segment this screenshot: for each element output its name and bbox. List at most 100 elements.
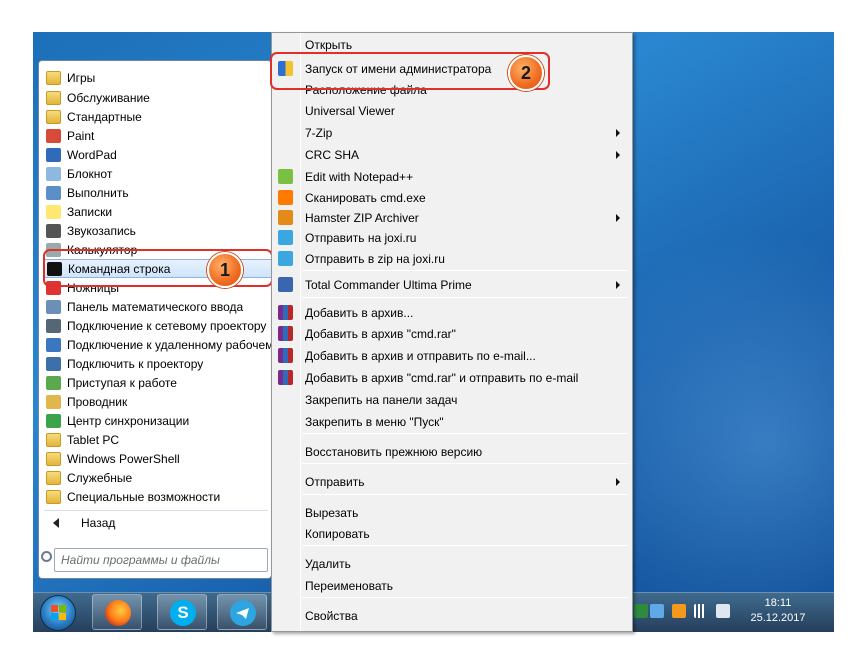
tray-network-icon[interactable] <box>634 604 648 618</box>
context-menu-item-label: 7-Zip <box>305 125 333 140</box>
context-menu-item[interactable]: Добавить в архив... <box>274 302 630 323</box>
tray-signal-icon[interactable] <box>694 604 708 618</box>
taskbar-skype-button[interactable]: S <box>157 594 207 630</box>
tray-volume-icon[interactable] <box>716 604 730 618</box>
context-menu-item-label: Total Commander Ultima Prime <box>305 277 472 292</box>
program-item[interactable]: Записки <box>43 202 273 221</box>
context-menu-item[interactable]: Закрепить на панели задач <box>274 389 630 410</box>
program-item[interactable]: Центр синхронизации <box>43 411 273 430</box>
hamster-icon <box>278 210 293 225</box>
program-item[interactable]: Панель математического ввода <box>43 297 273 316</box>
program-item-label: WordPad <box>67 147 117 162</box>
notepadpp-icon <box>278 169 293 184</box>
context-menu-item-label: Переименовать <box>305 578 393 593</box>
folder-icon <box>46 489 61 504</box>
taskbar-telegram-button[interactable] <box>217 594 267 630</box>
folder-icon <box>46 90 61 105</box>
context-menu-item[interactable]: Hamster ZIP Archiver <box>274 207 630 228</box>
context-menu-item-label: CRC SHA <box>305 147 360 162</box>
program-item[interactable]: Приступая к работе <box>43 373 273 392</box>
program-item-label: Стандартные <box>67 109 142 124</box>
context-menu-item-label: Добавить в архив... <box>305 305 414 320</box>
program-item-label: Центр синхронизации <box>67 413 190 428</box>
tray-flag-icon[interactable] <box>650 604 664 618</box>
program-item[interactable]: Подключение к удаленному рабочему столу <box>43 335 273 354</box>
menu-separator <box>302 297 628 298</box>
submenu-arrow-icon <box>616 151 620 159</box>
skype-icon: S <box>170 600 196 626</box>
context-menu-item-label: Закрепить в меню "Пуск" <box>305 414 444 429</box>
context-menu-item-label: Hamster ZIP Archiver <box>305 210 419 225</box>
program-item-label: Windows PowerShell <box>67 451 180 466</box>
winrar-icon <box>278 326 293 341</box>
context-menu-item[interactable]: Отправить в zip на joxi.ru <box>274 248 630 269</box>
winrar-icon <box>278 305 293 320</box>
context-menu-item[interactable]: Переименовать <box>274 575 630 596</box>
program-item[interactable]: Стандартные <box>43 107 273 126</box>
back-button[interactable]: Назад <box>43 513 269 533</box>
context-menu-item-label: Удалить <box>305 556 351 571</box>
context-menu-item[interactable]: Отправить <box>274 471 630 492</box>
context-menu-item[interactable]: Сканировать cmd.exe <box>274 187 630 208</box>
program-item[interactable]: Обслуживание <box>43 88 273 107</box>
taskbar-clock[interactable]: 18:11 25.12.2017 <box>742 596 814 626</box>
context-menu-item[interactable]: 7-Zip <box>274 122 630 143</box>
program-item-label: Проводник <box>67 394 128 409</box>
context-menu-item-label: Копировать <box>305 526 370 541</box>
program-item[interactable]: Подключение к сетевому проектору <box>43 316 273 335</box>
divider <box>44 510 268 511</box>
context-menu-item[interactable]: Восстановить прежнюю версию <box>274 441 630 462</box>
avast-icon <box>278 190 293 205</box>
program-item[interactable]: Tablet PC <box>43 430 273 449</box>
program-item[interactable]: WordPad <box>43 145 273 164</box>
program-item[interactable]: Выполнить <box>43 183 273 202</box>
program-item[interactable]: Специальные возможности <box>43 487 273 506</box>
sticky-notes-icon <box>46 204 61 219</box>
submenu-arrow-icon <box>616 214 620 222</box>
context-menu-item[interactable]: Добавить в архив и отправить по e-mail..… <box>274 345 630 366</box>
taskbar-firefox-button[interactable] <box>92 594 142 630</box>
context-menu-item[interactable]: Отправить на joxi.ru <box>274 227 630 248</box>
winrar-icon <box>278 348 293 363</box>
context-menu-item[interactable]: Удалить <box>274 553 630 574</box>
search-input[interactable]: Найти программы и файлы <box>54 548 268 572</box>
context-menu-item[interactable]: Закрепить в меню "Пуск" <box>274 411 630 432</box>
context-menu-item-label: Edit with Notepad++ <box>305 169 414 184</box>
program-item[interactable]: Служебные <box>43 468 273 487</box>
program-item[interactable]: Paint <box>43 126 273 145</box>
context-menu-item-label: Отправить <box>305 474 365 489</box>
start-button[interactable] <box>40 595 76 631</box>
program-item-label: Tablet PC <box>67 432 120 447</box>
program-item-label: Paint <box>67 128 95 143</box>
context-menu-item-label: Universal Viewer <box>305 103 395 118</box>
program-item[interactable]: Блокнот <box>43 164 273 183</box>
context-menu-item-label: Закрепить на панели задач <box>305 392 458 407</box>
program-item[interactable]: Проводник <box>43 392 273 411</box>
context-menu-item[interactable]: Total Commander Ultima Prime <box>274 274 630 295</box>
sync-center-icon <box>46 413 61 428</box>
program-item[interactable]: Звукозапись <box>43 221 273 240</box>
telegram-icon <box>230 600 256 626</box>
context-menu-item[interactable]: Копировать <box>274 523 630 544</box>
context-menu-item-label: Добавить в архив "cmd.rar" и отправить п… <box>305 370 579 385</box>
context-menu-item[interactable]: Свойства <box>274 605 630 626</box>
menu-separator <box>302 545 628 546</box>
step-badge-2: 2 <box>508 55 544 91</box>
run-icon <box>46 185 61 200</box>
tray-avast-icon[interactable] <box>672 604 686 618</box>
clock-date: 25.12.2017 <box>750 612 806 624</box>
submenu-arrow-icon <box>616 129 620 137</box>
program-item-label: Обслуживание <box>67 90 150 105</box>
search-icon <box>41 551 52 562</box>
context-menu-item[interactable]: Вырезать <box>274 502 630 523</box>
context-menu-item[interactable]: Edit with Notepad++ <box>274 166 630 187</box>
context-menu-item[interactable]: CRC SHA <box>274 144 630 165</box>
program-item[interactable]: Игры <box>43 68 273 87</box>
program-item[interactable]: Windows PowerShell <box>43 449 273 468</box>
context-menu-item[interactable]: Universal Viewer <box>274 100 630 121</box>
program-item-label: Подключение к сетевому проектору <box>67 318 267 333</box>
context-menu-item[interactable]: Добавить в архив "cmd.rar" <box>274 323 630 344</box>
program-item[interactable]: Подключить к проектору <box>43 354 273 373</box>
context-menu-item-label: Добавить в архив и отправить по e-mail..… <box>305 348 536 363</box>
context-menu-item[interactable]: Добавить в архив "cmd.rar" и отправить п… <box>274 367 630 388</box>
